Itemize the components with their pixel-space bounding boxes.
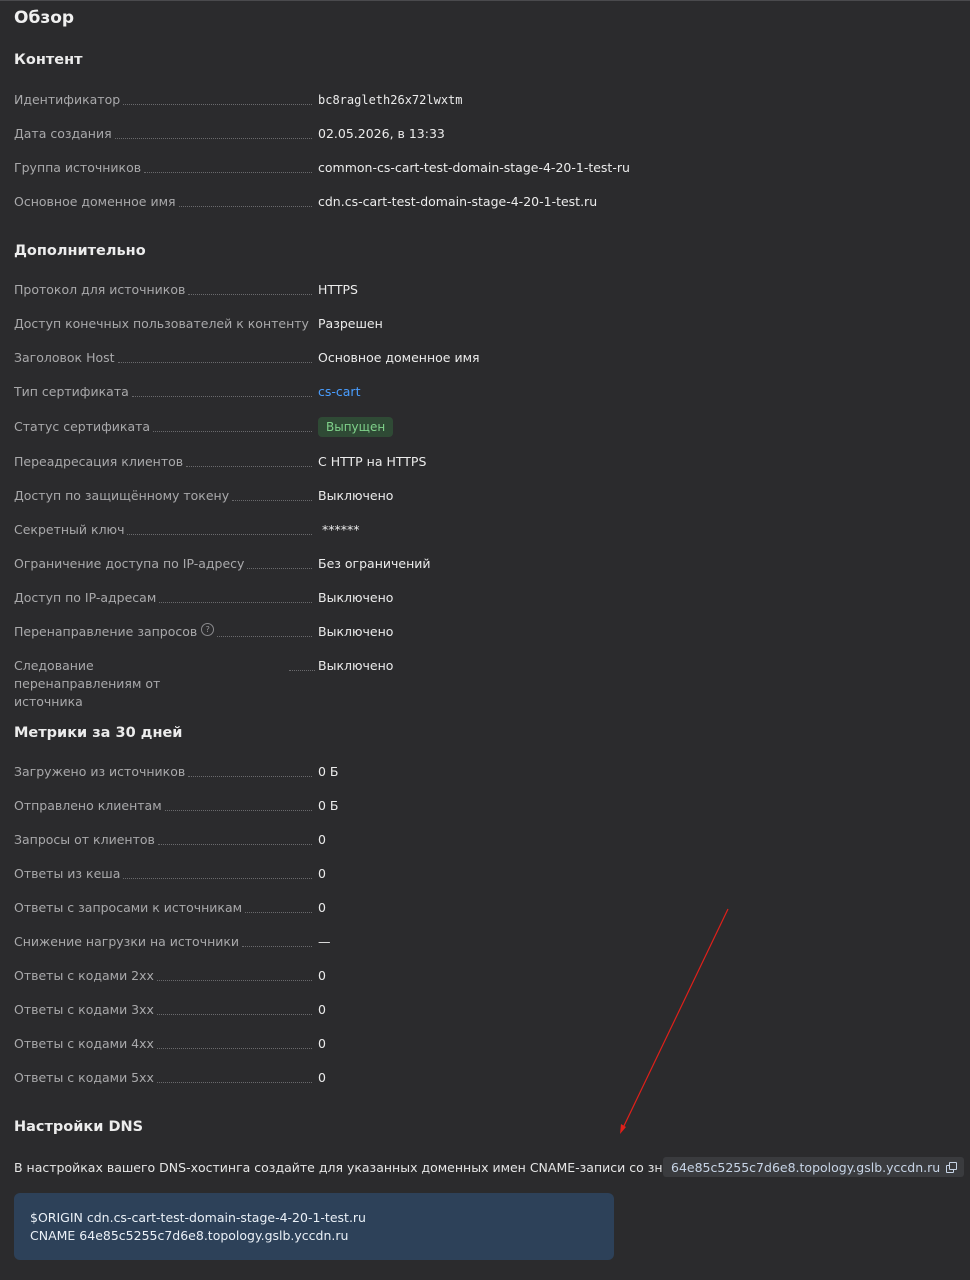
metric-row: Ответы с запросами к источникам 0 bbox=[14, 899, 914, 919]
section-title-content: Контент bbox=[14, 52, 83, 68]
help-icon[interactable]: ? bbox=[201, 623, 215, 636]
row-label: Основное доменное имя bbox=[14, 194, 176, 209]
row-value: 02.05.2026, в 13:33 bbox=[318, 126, 445, 141]
row-secure-token: Доступ по защищённому токену Выключено bbox=[14, 487, 914, 507]
row-ip-restriction: Ограничение доступа по IP-адресу Без огр… bbox=[14, 555, 914, 575]
row-value: — bbox=[318, 934, 331, 949]
row-value: 0 bbox=[318, 968, 326, 983]
metric-row: Ответы с кодами 4xx 0 bbox=[14, 1035, 914, 1055]
section-title-metrics: Метрики за 30 дней bbox=[14, 725, 183, 741]
row-value: 0 bbox=[318, 866, 326, 881]
row-value: Основное доменное имя bbox=[318, 350, 480, 365]
row-value: Выключено bbox=[318, 624, 394, 639]
row-label: Загружено из источников bbox=[14, 764, 186, 779]
row-created-date: Дата создания 02.05.2026, в 13:33 bbox=[14, 125, 914, 145]
row-label: Доступ по защищённому токену bbox=[14, 488, 230, 503]
row-value: 0 bbox=[318, 832, 326, 847]
row-end-user-access: Доступ конечных пользователей к контенту… bbox=[14, 315, 914, 335]
row-certificate-type: Тип сертификата cs-cart bbox=[14, 383, 914, 403]
row-value: Выключено bbox=[318, 488, 394, 503]
metric-row: Снижение нагрузки на источники — bbox=[14, 933, 914, 953]
row-value: 0 bbox=[318, 900, 326, 915]
row-label: Ответы с запросами к источникам bbox=[14, 900, 243, 915]
code-line-origin: $ORIGIN cdn.cs-cart-test-domain-stage-4-… bbox=[30, 1210, 366, 1225]
row-client-redirect: Переадресация клиентов С HTTP на HTTPS bbox=[14, 453, 914, 473]
metric-row: Ответы с кодами 2xx 0 bbox=[14, 967, 914, 987]
row-value: cdn.cs-cart-test-domain-stage-4-20-1-tes… bbox=[318, 194, 598, 209]
row-value: Выключено bbox=[318, 658, 394, 673]
row-label: Ответы с кодами 3xx bbox=[14, 1002, 154, 1017]
row-label: Тип сертификата bbox=[14, 384, 129, 399]
row-label: Запросы от клиентов bbox=[14, 832, 155, 847]
metric-row: Ответы из кеша 0 bbox=[14, 865, 914, 885]
row-primary-domain: Основное доменное имя cdn.cs-cart-test-d… bbox=[14, 193, 914, 213]
row-label: Дата создания bbox=[14, 126, 112, 141]
status-badge: Выпущен bbox=[318, 417, 394, 437]
row-label: Ограничение доступа по IP-адресу bbox=[14, 556, 245, 571]
secret-key-value: ****** bbox=[322, 522, 360, 537]
dns-code-block: $ORIGIN cdn.cs-cart-test-domain-stage-4-… bbox=[14, 1193, 614, 1260]
row-value: 0 Б bbox=[318, 798, 339, 813]
row-host-header: Заголовок Host Основное доменное имя bbox=[14, 349, 914, 369]
row-label: Снижение нагрузки на источники bbox=[14, 934, 240, 949]
row-value: 0 bbox=[318, 1070, 326, 1085]
row-value: Выключено bbox=[318, 590, 394, 605]
row-request-redirect: Перенаправление запросов? Выключено bbox=[14, 623, 914, 643]
row-value: Разрешен bbox=[318, 316, 383, 331]
row-label: Следование перенаправлениям от источника bbox=[14, 658, 161, 709]
row-label: Секретный ключ bbox=[14, 522, 125, 537]
metric-row: Отправлено клиентам 0 Б bbox=[14, 797, 914, 817]
page-title: Обзор bbox=[14, 8, 75, 28]
row-label: Статус сертификата bbox=[14, 419, 151, 434]
row-certificate-status: Статус сертификата Выпущен bbox=[14, 417, 914, 438]
code-line-cname: CNAME 64e85c5255c7d6e8.topology.gslb.ycc… bbox=[30, 1228, 349, 1243]
metric-row: Запросы от клиентов 0 bbox=[14, 831, 914, 851]
row-label: Протокол для источников bbox=[14, 282, 186, 297]
cname-copy-chip[interactable]: 64e85c5255c7d6e8.topology.gslb.yccdn.ru bbox=[663, 1157, 965, 1177]
row-label: Переадресация клиентов bbox=[14, 454, 184, 469]
row-value: HTTPS bbox=[318, 282, 358, 297]
row-label: Ответы с кодами 2xx bbox=[14, 968, 154, 983]
row-origin-group: Группа источников common-cs-cart-test-do… bbox=[14, 159, 914, 179]
row-label: Ответы из кеша bbox=[14, 866, 121, 881]
dns-instruction: В настройках вашего DNS-хостинга создайт… bbox=[14, 1160, 719, 1175]
cname-value: 64e85c5255c7d6e8.topology.gslb.yccdn.ru bbox=[671, 1159, 941, 1175]
row-label: Ответы с кодами 4xx bbox=[14, 1036, 154, 1051]
row-value: 0 bbox=[318, 1002, 326, 1017]
certificate-link[interactable]: cs-cart bbox=[318, 383, 360, 401]
row-label: Идентификатор bbox=[14, 92, 121, 107]
row-value: common-cs-cart-test-domain-stage-4-20-1-… bbox=[318, 160, 630, 175]
row-label: Ответы с кодами 5xx bbox=[14, 1070, 154, 1085]
row-label: Отправлено клиентам bbox=[14, 798, 162, 813]
row-identifier: Идентификатор bc8ragleth26x72lwxtm bbox=[14, 91, 914, 111]
metric-row: Ответы с кодами 3xx 0 bbox=[14, 1001, 914, 1021]
row-secret-key: Секретный ключ ****** bbox=[14, 521, 914, 541]
row-value: 0 Б bbox=[318, 764, 339, 779]
row-label: Доступ конечных пользователей к контенту bbox=[14, 316, 309, 331]
copy-icon[interactable] bbox=[946, 1162, 958, 1173]
row-origin-protocol: Протокол для источников HTTPS bbox=[14, 281, 914, 301]
top-divider bbox=[0, 0, 970, 1]
row-label: Группа источников bbox=[14, 160, 142, 175]
row-value: Без ограничений bbox=[318, 556, 431, 571]
section-title-additional: Дополнительно bbox=[14, 243, 146, 259]
section-title-dns: Настройки DNS bbox=[14, 1119, 144, 1135]
row-label: Доступ по IP-адресам bbox=[14, 590, 157, 605]
row-follow-redirects: Следование перенаправлениям от источника… bbox=[14, 657, 914, 709]
row-ip-access: Доступ по IP-адресам Выключено bbox=[14, 589, 914, 609]
row-value: bc8ragleth26x72lwxtm bbox=[318, 93, 463, 107]
row-label: Перенаправление запросов bbox=[14, 624, 198, 639]
row-value: 0 bbox=[318, 1036, 326, 1051]
metric-row: Ответы с кодами 5xx 0 bbox=[14, 1069, 914, 1089]
row-value: С HTTP на HTTPS bbox=[318, 454, 427, 469]
metric-row: Загружено из источников 0 Б bbox=[14, 763, 914, 783]
row-label: Заголовок Host bbox=[14, 350, 115, 365]
